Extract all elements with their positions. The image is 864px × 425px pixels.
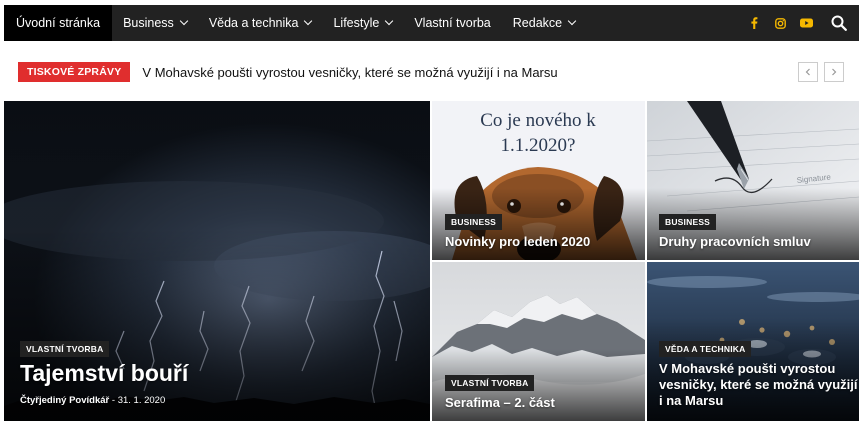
featured-grid: VLASTNÍ TVORBA Tajemství bouří Čtyřjedin… <box>4 101 859 421</box>
nav-item-label: Věda a technika <box>208 16 299 30</box>
nav-item-label: Business <box>123 16 174 30</box>
chevron-left-icon <box>805 68 810 76</box>
nav-item-own-work[interactable]: Vlastní tvorba <box>403 5 501 41</box>
meta-separator: - <box>111 395 116 406</box>
search-icon[interactable] <box>819 5 859 41</box>
nav-item-business[interactable]: Business <box>112 5 198 41</box>
article-title[interactable]: Novinky pro leden 2020 <box>445 234 590 250</box>
title-line: i na Marsu <box>659 393 724 408</box>
ticker-arrows <box>798 62 844 82</box>
article-date: 31. 1. 2020 <box>117 395 166 406</box>
nav-item-editorial[interactable]: Redakce <box>502 5 586 41</box>
featured-main-tile[interactable]: VLASTNÍ TVORBA Tajemství bouří Čtyřjedin… <box>4 101 430 421</box>
category-badge[interactable]: BUSINESS <box>445 214 503 230</box>
ticker-prev-button[interactable] <box>798 62 818 82</box>
ticker-next-button[interactable] <box>824 62 844 82</box>
nav-item-lifestyle[interactable]: Lifestyle <box>322 5 403 41</box>
category-badge[interactable]: VĚDA A TECHNIKA <box>659 341 752 357</box>
chevron-down-icon <box>179 16 189 26</box>
article-title[interactable]: Serafima – 2. část <box>445 395 555 411</box>
featured-tile-4[interactable]: VĚDA A TECHNIKA V Mohavské poušti vyrost… <box>647 262 859 421</box>
nav-right-group <box>741 5 859 41</box>
nav-item-home[interactable]: Úvodní stránka <box>4 5 113 41</box>
featured-tile-2[interactable]: Signature BUSINESS Druhy pracovních smlu… <box>647 101 859 260</box>
article-title[interactable]: V Mohavské poušti vyrostou vesničky, kte… <box>659 361 857 409</box>
chevron-right-icon <box>832 68 837 76</box>
ticker-headline[interactable]: V Mohavské poušti vyrostou vesničky, kte… <box>142 65 557 80</box>
nav-item-label: Lifestyle <box>333 16 380 30</box>
article-title[interactable]: Druhy pracovních smluv <box>659 234 811 250</box>
image-text-line2: 1.1.2020? <box>501 135 576 156</box>
title-line: vesničky, které se možná využijí <box>659 377 858 392</box>
article-title[interactable]: Tajemství bouří <box>20 360 188 386</box>
chevron-down-icon <box>304 16 313 26</box>
title-line: V Mohavské poušti vyrostou <box>659 361 836 376</box>
category-badge[interactable]: VLASTNÍ TVORBA <box>445 375 535 391</box>
category-badge[interactable]: VLASTNÍ TVORBA <box>20 341 110 357</box>
chevron-down-icon <box>385 16 394 26</box>
youtube-icon[interactable] <box>793 5 819 41</box>
chevron-down-icon <box>567 16 577 26</box>
featured-tile-3[interactable]: VLASTNÍ TVORBA Serafima – 2. část <box>432 262 645 421</box>
article-meta: Čtyřjediný Povídkář - 31. 1. 2020 <box>20 395 165 406</box>
nav-item-label: Vlastní tvorba <box>414 16 491 30</box>
image-overlay <box>4 229 430 421</box>
nav-item-label: Úvodní stránka <box>16 16 101 30</box>
nav-item-label: Redakce <box>512 16 563 30</box>
nav-item-science-tech[interactable]: Věda a technika <box>198 5 323 41</box>
main-navigation: Úvodní stránka Business Věda a technika … <box>4 5 859 41</box>
instagram-icon[interactable] <box>767 5 793 41</box>
featured-tile-1[interactable]: Co je nového k 1.1.2020? BUSINESS Novink… <box>432 101 645 260</box>
image-text-line1: Co je nového k <box>480 110 596 131</box>
facebook-icon[interactable] <box>741 5 767 41</box>
news-ticker: TISKOVÉ ZPRÁVY V Mohavské poušti vyrosto… <box>18 61 844 83</box>
ticker-label: TISKOVÉ ZPRÁVY <box>18 62 131 82</box>
category-badge[interactable]: BUSINESS <box>659 214 717 230</box>
author-name[interactable]: Čtyřjediný Povídkář <box>20 395 109 406</box>
